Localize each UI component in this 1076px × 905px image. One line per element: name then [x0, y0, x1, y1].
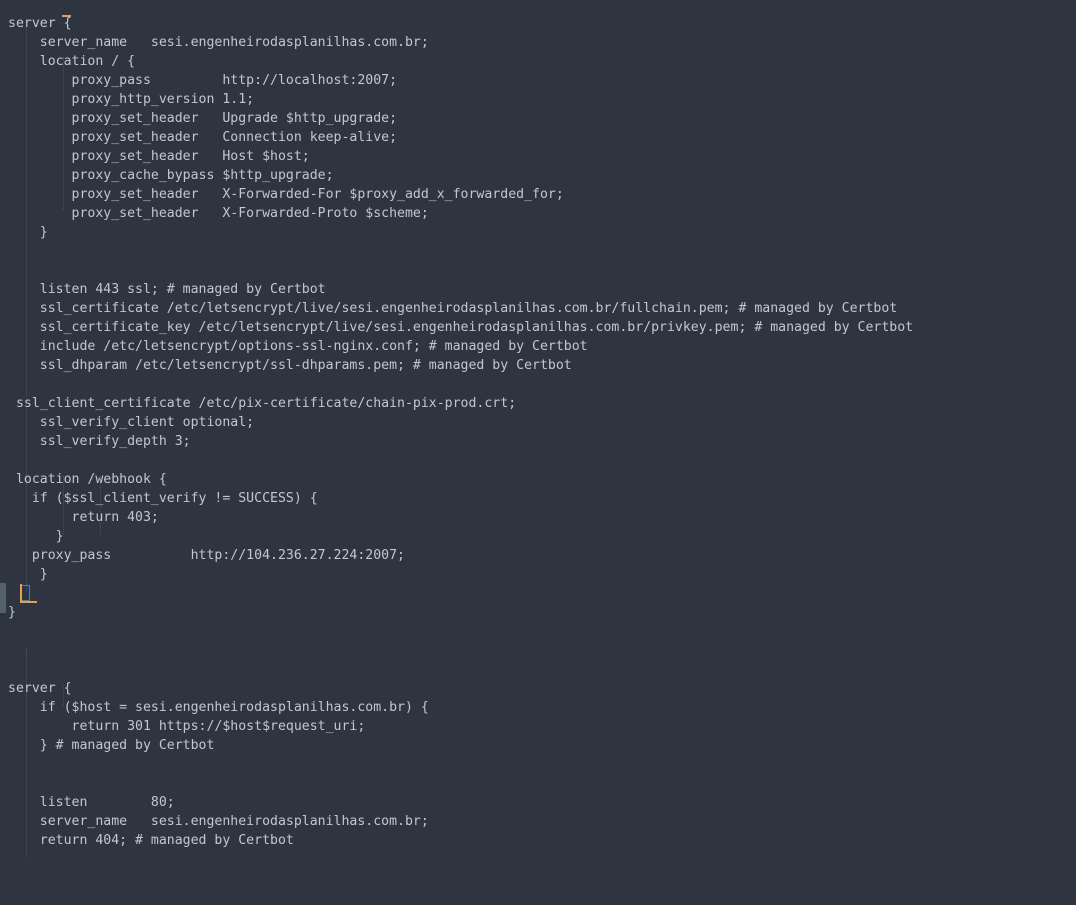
matching-bracket-close-underline	[20, 601, 37, 603]
matching-bracket-open-underline	[62, 15, 71, 17]
code-line: ssl_verify_client optional;	[8, 415, 255, 431]
code-line: if ($ssl_client_verify != SUCCESS) {	[8, 491, 318, 507]
code-line: } # managed by Certbot	[8, 738, 215, 754]
text-caret	[20, 584, 22, 603]
code-line: server {	[8, 681, 72, 697]
code-line: include /etc/letsencrypt/options-ssl-ngi…	[8, 339, 588, 355]
code-line: }	[8, 225, 48, 241]
code-line: proxy_set_header Upgrade $http_upgrade;	[8, 111, 398, 127]
code-line: }	[8, 567, 48, 583]
code-line: if ($host = sesi.engenheirodasplanilhas.…	[8, 700, 429, 716]
code-line: proxy_set_header X-Forwarded-Proto $sche…	[8, 206, 429, 222]
code-line: }	[8, 605, 16, 621]
code-line: proxy_set_header Connection keep-alive;	[8, 130, 398, 146]
code-line: return 404; # managed by Certbot	[8, 833, 294, 849]
code-line: proxy_set_header Host $host;	[8, 149, 310, 165]
code-line: return 301 https://$host$request_uri;	[8, 719, 366, 735]
code-line: ssl_certificate_key /etc/letsencrypt/liv…	[8, 320, 914, 336]
code-line: listen 80;	[8, 795, 175, 811]
code-line: return 403;	[8, 510, 159, 526]
code-line: }	[8, 529, 64, 545]
code-editor[interactable]: server { server_name sesi.engenheirodasp…	[0, 0, 1076, 905]
code-line: server_name sesi.engenheirodasplanilhas.…	[8, 35, 429, 51]
code-line: proxy_cache_bypass $http_upgrade;	[8, 168, 334, 184]
code-line: ssl_dhparam /etc/letsencrypt/ssl-dhparam…	[8, 358, 572, 374]
code-line: proxy_pass http://localhost:2007;	[8, 73, 398, 89]
code-line: location / {	[8, 54, 136, 70]
code-content[interactable]: server { server_name sesi.engenheirodasp…	[0, 13, 1076, 905]
code-line: location /webhook {	[8, 472, 167, 488]
code-line: proxy_pass http://104.236.27.224:2007;	[8, 548, 405, 564]
code-line: server_name sesi.engenheirodasplanilhas.…	[8, 814, 429, 830]
code-line: server {	[8, 16, 72, 32]
code-line: proxy_set_header X-Forwarded-For $proxy_…	[8, 187, 564, 203]
code-line: proxy_http_version 1.1;	[8, 92, 255, 108]
code-line: ssl_certificate /etc/letsencrypt/live/se…	[8, 301, 898, 317]
code-line: ssl_verify_depth 3;	[8, 434, 191, 450]
code-line: listen 443 ssl; # managed by Certbot	[8, 282, 326, 298]
code-line: ssl_client_certificate /etc/pix-certific…	[8, 396, 517, 412]
